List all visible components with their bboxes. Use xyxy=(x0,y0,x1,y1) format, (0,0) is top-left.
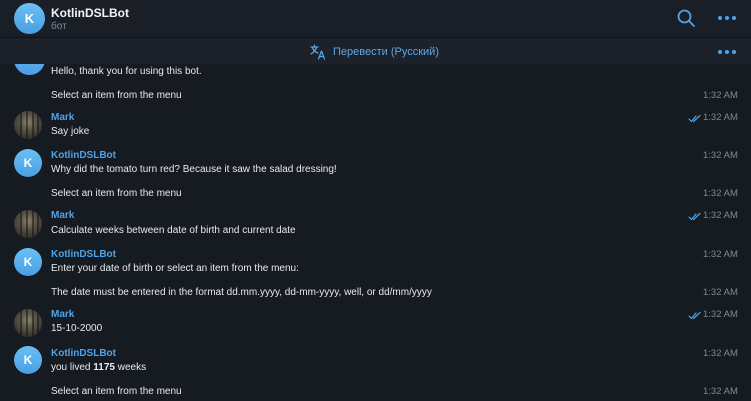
more-horizontal-icon[interactable] xyxy=(716,8,738,28)
sender-name[interactable]: KotlinDSLBot xyxy=(51,249,116,260)
sender-name[interactable]: KotlinDSLBot xyxy=(51,348,116,359)
user-avatar[interactable] xyxy=(14,111,42,139)
message-text-prefix: you lived xyxy=(51,362,94,373)
message-text: Enter your date of birth or select an it… xyxy=(51,263,299,274)
message-time: 1:32 AM xyxy=(703,309,738,320)
weeks-count: 1175 xyxy=(93,362,115,373)
user-avatar[interactable] xyxy=(14,210,42,238)
translate-icon xyxy=(310,44,326,60)
chat-status: бот xyxy=(51,21,67,32)
translate-bar: Перевести (Русский) xyxy=(0,37,751,64)
message-time: 1:32 AM xyxy=(703,210,738,221)
message-text: Select an item from the menu xyxy=(51,386,182,397)
chat-header: K KotlinDSLBot бот xyxy=(0,0,751,37)
bot-avatar[interactable]: K xyxy=(14,64,45,75)
message-time: 1:32 AM xyxy=(703,188,738,199)
search-icon[interactable] xyxy=(676,8,696,28)
message-text: Calculate weeks between date of birth an… xyxy=(51,225,296,236)
double-check-icon xyxy=(688,114,701,123)
bot-avatar[interactable]: K xyxy=(14,149,42,177)
message-time: 1:32 AM xyxy=(703,90,738,101)
message-text: Hello, thank you for using this bot. xyxy=(51,66,202,77)
translate-label: Перевести (Русский) xyxy=(333,46,439,58)
message-list[interactable]: K Hello, thank you for using this bot. S… xyxy=(0,64,751,401)
message-text: Select an item from the menu xyxy=(51,90,182,101)
chat-title[interactable]: KotlinDSLBot xyxy=(51,6,129,20)
bot-avatar[interactable]: K xyxy=(14,248,42,276)
sender-name[interactable]: Mark xyxy=(51,210,74,221)
translate-button[interactable]: Перевести (Русский) xyxy=(310,43,439,61)
user-avatar[interactable] xyxy=(14,309,42,337)
double-check-icon xyxy=(688,212,701,221)
message-time: 1:32 AM xyxy=(703,150,738,161)
message-time: 1:32 AM xyxy=(703,287,738,298)
sender-name[interactable]: Mark xyxy=(51,309,74,320)
sender-name[interactable]: KotlinDSLBot xyxy=(51,150,116,161)
bot-avatar[interactable]: K xyxy=(14,346,42,374)
message-text: Select an item from the menu xyxy=(51,188,182,199)
message-time: 1:32 AM xyxy=(703,249,738,260)
message-time: 1:32 AM xyxy=(703,112,738,123)
message-text-suffix: weeks xyxy=(114,362,147,373)
double-check-icon xyxy=(688,311,701,320)
message-text: Say joke xyxy=(51,126,90,137)
message-text: 15-10-2000 xyxy=(51,323,103,334)
message-text: Why did the tomato turn red? Because it … xyxy=(51,164,337,175)
message-time: 1:32 AM xyxy=(703,386,738,397)
more-horizontal-icon[interactable] xyxy=(716,42,738,62)
message-text: The date must be entered in the format d… xyxy=(51,287,432,298)
chat-avatar[interactable]: K xyxy=(14,3,45,34)
message-time: 1:32 AM xyxy=(703,348,738,359)
sender-name[interactable]: Mark xyxy=(51,112,74,123)
message-text: you lived 1175 weeks xyxy=(51,362,146,373)
